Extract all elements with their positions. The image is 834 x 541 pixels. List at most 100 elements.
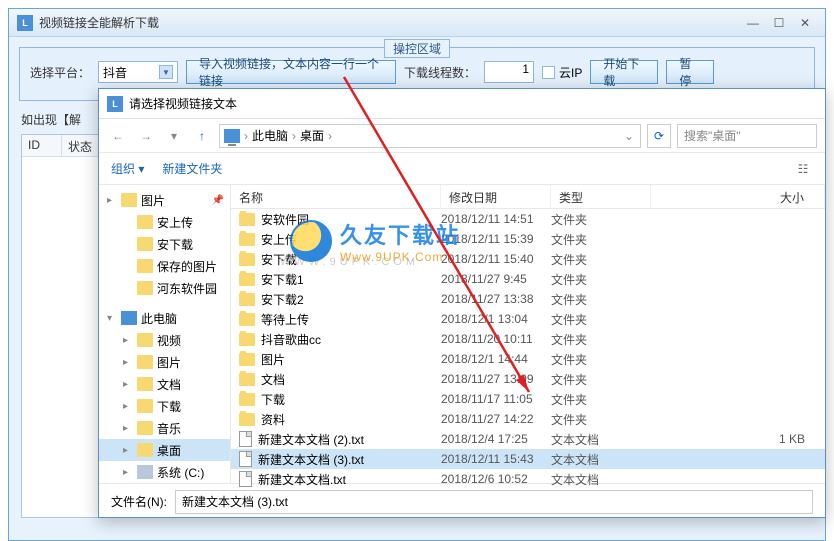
file-row[interactable]: 新建文本文档 (2).txt2018/12/4 17:25文本文档1 KB	[231, 429, 825, 449]
up-button[interactable]: ↑	[191, 125, 213, 147]
sidebar-item[interactable]: ▸图片	[99, 351, 230, 373]
expand-icon: ▸	[123, 467, 133, 478]
recent-dropdown[interactable]: ▾	[163, 125, 185, 147]
file-row[interactable]: 等待上传2018/12/1 13:04文件夹	[231, 309, 825, 329]
file-name: 安下载2	[261, 291, 304, 308]
sidebar-item[interactable]: 安下载	[99, 233, 230, 255]
file-row[interactable]: 新建文本文档.txt2018/12/6 10:52文本文档	[231, 469, 825, 489]
pause-button[interactable]: 暂停	[666, 60, 714, 84]
main-title-bar: L 视频链接全能解析下载 — ☐ ✕	[9, 9, 825, 37]
file-row[interactable]: 安下载2 2018/11/27 13:38文件夹	[231, 289, 825, 309]
back-button[interactable]: ←	[107, 125, 129, 147]
expand-icon: ▸	[123, 379, 133, 390]
file-row[interactable]: 抖音歌曲cc2018/11/20 10:11文件夹	[231, 329, 825, 349]
refresh-button[interactable]: ⟳	[647, 124, 671, 148]
sidebar-item[interactable]: 保存的图片	[99, 255, 230, 277]
file-type: 文件夹	[551, 411, 651, 428]
expand-icon: ▸	[123, 357, 133, 368]
path-pc[interactable]: 此电脑	[252, 127, 288, 144]
file-date: 2018/12/11 15:43	[441, 452, 551, 466]
cloud-ip-checkbox[interactable]: 云IP	[542, 64, 582, 81]
watermark-en: Www.9UPK.Com	[340, 250, 460, 264]
file-name: 文档	[261, 371, 285, 388]
sidebar-item[interactable]: 安上传	[99, 211, 230, 233]
file-type: 文件夹	[551, 251, 651, 268]
col-type[interactable]: 类型	[551, 185, 651, 208]
sidebar-item-label: 下载	[157, 398, 181, 415]
folder-icon	[137, 399, 153, 413]
nav-bar: ← → ▾ ↑ › 此电脑 › 桌面 › ⌄ ⟳ 搜索"桌面"	[99, 119, 825, 153]
folder-icon	[137, 443, 153, 457]
sidebar-item[interactable]: ▸视频	[99, 329, 230, 351]
import-links-button[interactable]: 导入视频链接，文本内容一行一个链接	[186, 60, 396, 84]
file-row[interactable]: 资料2018/11/27 14:22文件夹	[231, 409, 825, 429]
file-date: 2018/12/1 13:04	[441, 312, 551, 326]
new-folder-button[interactable]: 新建文件夹	[162, 160, 222, 177]
maximize-button[interactable]: ☐	[767, 14, 791, 32]
file-type: 文件夹	[551, 271, 651, 288]
file-row[interactable]: 图片 2018/12/1 14:44文件夹	[231, 349, 825, 369]
col-name[interactable]: 名称	[231, 185, 441, 208]
filename-label: 文件名(N):	[111, 493, 167, 510]
app-title: 视频链接全能解析下载	[39, 14, 739, 31]
folder-icon	[137, 333, 153, 347]
start-download-button[interactable]: 开始下载	[590, 60, 658, 84]
expand-icon: ▸	[107, 195, 117, 206]
address-bar[interactable]: › 此电脑 › 桌面 › ⌄	[219, 124, 641, 148]
file-date: 2018/11/27 13:38	[441, 292, 551, 306]
col-id[interactable]: ID	[22, 135, 62, 156]
close-button[interactable]: ✕	[793, 14, 817, 32]
filename-input[interactable]	[175, 490, 813, 514]
organize-menu[interactable]: 组织 ▾	[111, 160, 144, 177]
path-sep-icon: ›	[328, 129, 332, 143]
file-name: 图片	[261, 351, 285, 368]
watermark-logo-icon	[290, 220, 332, 262]
sidebar-item[interactable]: ▸桌面	[99, 439, 230, 461]
file-name: 新建文本文档 (2).txt	[258, 431, 364, 448]
file-type: 文件夹	[551, 351, 651, 368]
path-desktop[interactable]: 桌面	[300, 127, 324, 144]
dialog-title: 请选择视频链接文本	[129, 95, 237, 112]
sidebar-item-label: 保存的图片	[157, 258, 217, 275]
view-options-button[interactable]: ☷	[793, 159, 813, 179]
search-input[interactable]: 搜索"桌面"	[677, 124, 817, 148]
file-icon	[239, 471, 252, 487]
sidebar-item[interactable]: ▾此电脑	[99, 307, 230, 329]
sidebar-item[interactable]: ▸图片📌	[99, 189, 230, 211]
file-name: 抖音歌曲cc	[261, 331, 321, 348]
sidebar-item-label: 安上传	[157, 214, 193, 231]
minimize-button[interactable]: —	[741, 14, 765, 32]
forward-button[interactable]: →	[135, 125, 157, 147]
sidebar-item[interactable]: ▸下载	[99, 395, 230, 417]
file-type: 文件夹	[551, 371, 651, 388]
file-name: 等待上传	[261, 311, 309, 328]
sidebar-item[interactable]: 河东软件园	[99, 277, 230, 299]
file-name: 资料	[261, 411, 285, 428]
file-row[interactable]: 文档2018/11/27 13:09文件夹	[231, 369, 825, 389]
file-name: 新建文本文档.txt	[258, 471, 346, 488]
col-date[interactable]: 修改日期	[441, 185, 551, 208]
file-type: 文件夹	[551, 211, 651, 228]
file-name: 下载	[261, 391, 285, 408]
threads-input[interactable]: 1	[484, 61, 534, 83]
chevron-down-icon[interactable]: ⌄	[624, 129, 634, 143]
threads-label: 下载线程数：	[404, 64, 476, 81]
sidebar-item[interactable]: ▸ 系统 (C:)	[99, 461, 230, 483]
file-type: 文件夹	[551, 291, 651, 308]
sidebar-item[interactable]: ▸文档	[99, 373, 230, 395]
sidebar: ▸图片📌安上传安下载保存的图片河东软件园▾此电脑▸视频▸图片▸文档▸下载▸音乐▸…	[99, 185, 231, 483]
file-date: 2018/12/1 14:44	[441, 352, 551, 366]
platform-combo[interactable]: 抖音 ▼	[98, 61, 178, 83]
file-type: 文本文档	[551, 431, 651, 448]
folder-icon	[239, 373, 255, 386]
file-row[interactable]: 下载2018/11/17 11:05文件夹	[231, 389, 825, 409]
file-row[interactable]: 新建文本文档 (3).txt2018/12/11 15:43文本文档	[231, 449, 825, 469]
folder-icon	[239, 253, 255, 266]
file-row[interactable]: 安下载12018/11/27 9:45文件夹	[231, 269, 825, 289]
checkbox-icon	[542, 66, 555, 79]
sidebar-item-label: 系统 (C:)	[157, 464, 204, 481]
col-size[interactable]: 大小	[651, 185, 825, 208]
dialog-toolbar: 组织 ▾ 新建文件夹 ☷	[99, 153, 825, 185]
sidebar-item[interactable]: ▸音乐	[99, 417, 230, 439]
folder-icon	[137, 237, 153, 251]
